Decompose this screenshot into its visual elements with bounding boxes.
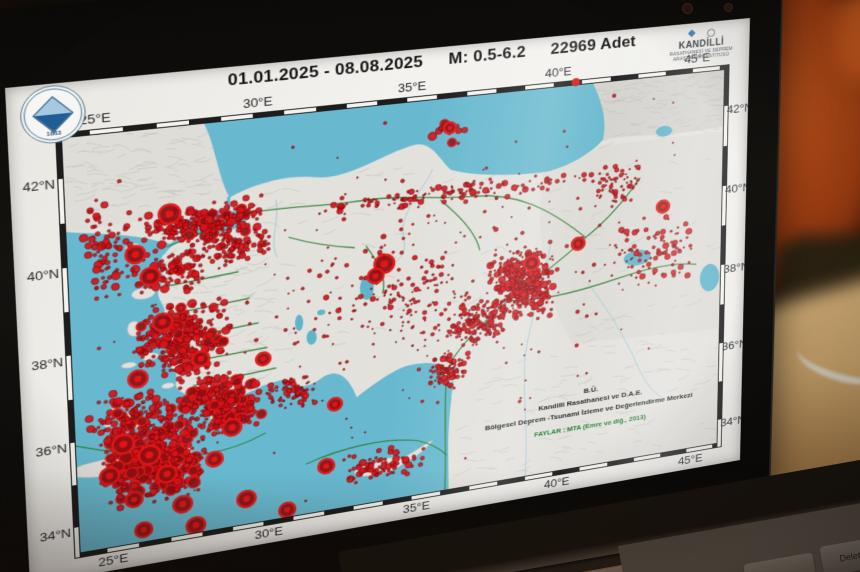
- title-magnitude-range: M: 0.5-6.2: [448, 42, 526, 68]
- keyboard-key: [743, 552, 818, 572]
- delete-key: Delete: [819, 536, 860, 572]
- diamond-icon: [687, 29, 696, 38]
- lat-label-left: 38°N: [30, 354, 64, 373]
- lat-label-right: 42°N: [726, 100, 751, 117]
- delete-key-label: Delete: [838, 549, 860, 564]
- webcam-led-icon: [724, 3, 733, 12]
- kandilli-logo: KANDİLLİ RASATHANESİ VE DEPREM ARAŞTIRMA…: [665, 26, 737, 63]
- webcam-icon: [682, 3, 693, 14]
- lat-label-left: 40°N: [26, 266, 60, 285]
- photo-background: 01.01.2025 - 08.08.2025 M: 0.5-6.2 22969 A…: [0, 0, 860, 572]
- circle-icon: [706, 28, 715, 38]
- lat-label-left: 36°N: [35, 440, 68, 460]
- laptop-screen: 01.01.2025 - 08.08.2025 M: 0.5-6.2 22969 A…: [0, 0, 785, 572]
- lat-label-left: 34°N: [39, 525, 72, 545]
- title-event-count: 22969 Adet: [550, 32, 636, 58]
- lat-label-left: 42°N: [22, 176, 56, 196]
- bogazici-diamond-icon: [32, 96, 74, 133]
- earthquake-map: [62, 70, 725, 553]
